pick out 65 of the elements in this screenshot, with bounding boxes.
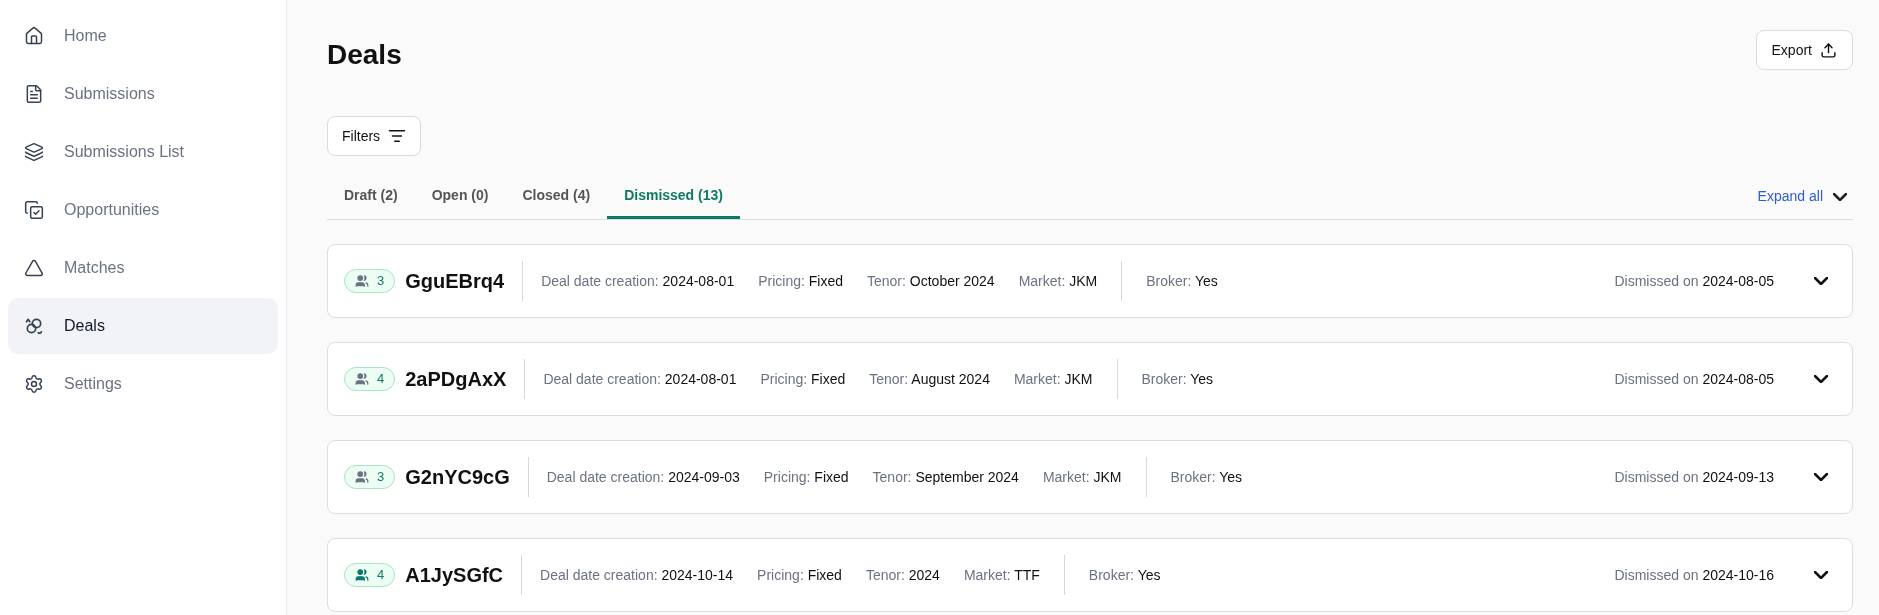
chevron-icon[interactable] (1814, 473, 1828, 481)
home-icon (24, 26, 44, 46)
deal-field: Deal date creation: 2024-08-01 (543, 368, 737, 390)
deal-field: Market: JKM (1018, 270, 1098, 292)
chevron-icon[interactable] (1814, 571, 1828, 579)
document-icon (24, 84, 44, 104)
sidebar-item[interactable]: Submissions (8, 66, 278, 122)
page-title: Deals (327, 38, 402, 72)
sidebar-item[interactable]: Home (8, 8, 278, 64)
deal-field: Pricing: Fixed (757, 564, 842, 586)
broker-field: Broker: Yes (1146, 270, 1218, 292)
deal-id: G2nYC9cG (405, 465, 510, 490)
deal-field: Tenor: September 2024 (872, 466, 1019, 488)
deal-card[interactable]: 4 2aPDgAxX Deal date creation: 2024-08-01 Pricing: Fixed Tenor: August 2024 Market: JKM Broker: Yes Dismissed on 2024-08-05 (327, 342, 1853, 416)
sidebar-item[interactable]: Opportunities (8, 182, 278, 238)
filters-button[interactable]: Filters (327, 116, 422, 156)
sidebar-item[interactable]: Settings (8, 356, 278, 412)
tab[interactable]: Draft (2) (327, 174, 415, 219)
broker-field: Broker: Yes (1170, 466, 1243, 488)
dismissed-date: Dismissed on 2024-10-16 (1614, 565, 1774, 585)
dismissed-date: Dismissed on 2024-09-13 (1614, 467, 1774, 487)
deal-id: 2aPDgAxX (405, 367, 507, 392)
deal-field: Market: JKM (1042, 466, 1122, 488)
dismissed-date: Dismissed on 2024-08-05 (1614, 369, 1774, 389)
chevron-icon[interactable] (1814, 277, 1828, 285)
deal-id: A1JySGfC (405, 563, 504, 588)
deal-field: Tenor: August 2024 (869, 368, 990, 390)
triangle-icon (24, 258, 44, 278)
deal-card[interactable]: 4 A1JySGfC Deal date creation: 2024-10-14 Pricing: Fixed Tenor: 2024 Market: TTF Broker: Yes Dismissed on 2024-10-16 (327, 538, 1853, 612)
dismissed-date: Dismissed on 2024-08-05 (1614, 271, 1774, 291)
deal-id: GguEBrq4 (405, 269, 505, 294)
deal-field: Deal date creation: 2024-10-14 (540, 564, 734, 586)
deal-field: Tenor: October 2024 (867, 270, 995, 292)
deal-field: Pricing: Fixed (760, 368, 846, 390)
tab[interactable]: Open (0) (414, 174, 506, 219)
broker-field: Broker: Yes (1141, 368, 1214, 390)
tab[interactable]: Closed (4) (505, 174, 608, 219)
circles-icon (24, 316, 44, 336)
sidebar-item[interactable]: Submissions List (8, 124, 278, 180)
deal-field: Deal date creation: 2024-08-01 (541, 270, 735, 292)
participants-badge: 3 (344, 465, 396, 489)
tab[interactable]: Dismissed (13) (607, 174, 740, 219)
deal-field: Market: TTF (963, 564, 1040, 586)
copy-check-icon (24, 200, 44, 220)
deal-field: Pricing: Fixed (758, 270, 843, 292)
deal-card[interactable]: 3 G2nYC9cG Deal date creation: 2024-09-03 Pricing: Fixed Tenor: September 2024 Market: JKM Broker: Yes Dismissed on 2024-09-13 (327, 440, 1853, 514)
participants-badge: 3 (344, 269, 396, 293)
settings-icon (24, 374, 44, 394)
participants-badge: 4 (344, 367, 396, 391)
broker-field: Broker: Yes (1088, 564, 1161, 586)
deal-field: Tenor: 2024 (865, 564, 940, 586)
deal-field: Pricing: Fixed (763, 466, 849, 488)
filter-icon (388, 127, 407, 145)
sidebar-item[interactable]: Deals (8, 298, 278, 354)
expand-all-link[interactable]: Expand all (1757, 174, 1853, 219)
deal-field: Deal date creation: 2024-09-03 (546, 466, 740, 488)
deal-field: Market: JKM (1013, 368, 1093, 390)
sidebar-item[interactable]: Matches (8, 240, 278, 296)
chevron-icon[interactable] (1814, 375, 1828, 383)
chevron-down-icon (1833, 192, 1847, 201)
deal-card[interactable]: 3 GguEBrq4 Deal date creation: 2024-08-01 Pricing: Fixed Tenor: October 2024 Market: JKM Broker: Yes Dismissed on 2024-08-05 (327, 244, 1853, 318)
participants-badge: 4 (344, 563, 396, 587)
layers-icon (24, 142, 44, 162)
export-button[interactable]: Export (1755, 30, 1853, 70)
upload-icon (1820, 41, 1837, 59)
